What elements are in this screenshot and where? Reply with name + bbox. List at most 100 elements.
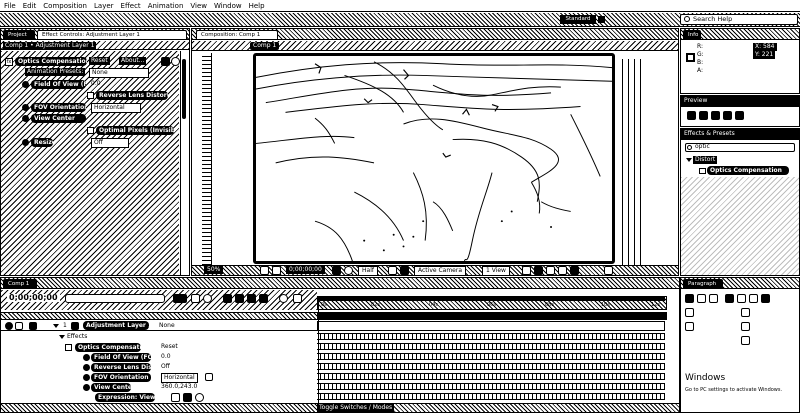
tl-reverse-lens-value[interactable]: Off: [161, 363, 170, 371]
workspace-dropdown-icon[interactable]: [598, 16, 605, 23]
expression-pickwhip-icon[interactable]: [195, 393, 204, 402]
tl-optics-reset[interactable]: Reset: [161, 343, 178, 351]
lock-icon[interactable]: [29, 322, 37, 330]
property-track[interactable]: [317, 363, 665, 370]
workspace-selector[interactable]: Standard: [560, 15, 596, 24]
next-frame-icon[interactable]: [723, 111, 732, 120]
menu-composition[interactable]: Composition: [43, 0, 87, 12]
checkbox-optimal-pixels[interactable]: [87, 127, 94, 134]
prop-fov-value[interactable]: 0.0: [91, 80, 101, 88]
animation-presets-dropdown[interactable]: None: [89, 68, 149, 78]
tl-fov-value[interactable]: 0.0: [161, 353, 171, 361]
effect-category[interactable]: Distort: [693, 156, 718, 164]
effects-presets-title[interactable]: Effects & Presets: [684, 130, 735, 138]
views-layout-dropdown[interactable]: 1 View: [482, 266, 510, 275]
align-right-icon[interactable]: [709, 294, 718, 303]
timecode-display[interactable]: 0;00;00;00: [286, 266, 325, 274]
grid-icon[interactable]: [260, 266, 269, 275]
menu-edit[interactable]: Edit: [23, 0, 37, 12]
disclosure-triangle-icon[interactable]: [686, 158, 692, 162]
align-left-icon[interactable]: [685, 294, 694, 303]
tab-comp1[interactable]: Comp 1: [3, 279, 37, 288]
graph-editor-icon[interactable]: [259, 294, 268, 303]
justify-all-icon[interactable]: [761, 294, 770, 303]
stopwatch-icon[interactable]: [83, 374, 90, 381]
menu-animation[interactable]: Animation: [148, 0, 184, 12]
dropdown-arrow-icon[interactable]: [205, 373, 213, 381]
effect-options-icon[interactable]: [171, 57, 180, 66]
tab-paragraph[interactable]: Paragraph: [683, 279, 723, 288]
reset-link[interactable]: Reset: [89, 57, 110, 65]
camera-icon[interactable]: [332, 266, 341, 275]
justify-center-icon[interactable]: [737, 294, 746, 303]
fx-icon[interactable]: [65, 344, 72, 351]
menu-help[interactable]: Help: [249, 0, 265, 12]
space-before-icon[interactable]: [741, 322, 750, 331]
stopwatch-icon[interactable]: [22, 81, 29, 88]
tl-view-center-value[interactable]: 360.0,243.0: [161, 383, 197, 391]
reset-exposure-icon[interactable]: [604, 266, 613, 275]
video-visibility-icon[interactable]: [5, 322, 13, 330]
property-track[interactable]: [317, 373, 665, 380]
menu-effect[interactable]: Effect: [121, 0, 141, 12]
play-icon[interactable]: [711, 111, 720, 120]
layer-name[interactable]: Adjustment Layer 1: [83, 321, 149, 330]
show-channel-icon[interactable]: [344, 266, 353, 275]
timeline-icon[interactable]: [546, 266, 555, 275]
property-track[interactable]: [317, 333, 665, 340]
prop-resize-dropdown[interactable]: Off: [91, 138, 129, 148]
stopwatch-icon[interactable]: [22, 139, 29, 146]
comp-sub-tab[interactable]: Comp 1: [250, 42, 280, 50]
stopwatch-icon[interactable]: [22, 104, 29, 111]
expression-enable-icon[interactable]: [171, 393, 180, 402]
toggle-switches-modes[interactable]: Toggle Switches / Modes: [317, 404, 395, 412]
justify-right-icon[interactable]: [749, 294, 758, 303]
effect-item-optics-compensation[interactable]: Optics Compensation: [707, 166, 789, 175]
auto-keyframe-icon[interactable]: [279, 294, 288, 303]
layer-parent[interactable]: None: [159, 322, 175, 330]
motion-blur-icon[interactable]: [235, 294, 244, 303]
view-dropdown[interactable]: Active Camera: [414, 266, 467, 275]
effect-name[interactable]: Optics Compensation: [15, 57, 87, 66]
layer-track-bar[interactable]: [317, 321, 665, 331]
tab-effect-controls[interactable]: Effect Controls: Adjustment Layer 1: [37, 30, 187, 39]
tab-project[interactable]: Project: [3, 30, 35, 39]
scrollbar-thumb[interactable]: [182, 59, 186, 119]
pixel-aspect-icon[interactable]: [522, 266, 531, 275]
tl-optics-compensation[interactable]: Optics Compensation: [75, 343, 141, 352]
mask-icon[interactable]: [272, 266, 281, 275]
property-track[interactable]: [317, 383, 665, 390]
space-after-icon[interactable]: [741, 336, 750, 345]
stopwatch-icon[interactable]: [83, 354, 90, 361]
menu-window[interactable]: Window: [214, 0, 242, 12]
chart-icon[interactable]: [293, 294, 302, 303]
property-track[interactable]: [317, 393, 665, 400]
tab-composition[interactable]: Composition: Comp 1: [196, 30, 278, 39]
composition-viewer[interactable]: [253, 53, 615, 264]
preview-title[interactable]: Preview: [684, 97, 707, 105]
draft-3d-icon[interactable]: [191, 294, 200, 303]
fx-toggle-icon[interactable]: fx: [5, 58, 13, 66]
expression-graph-icon[interactable]: [183, 393, 192, 402]
effects-group-disclosure-icon[interactable]: [59, 335, 65, 339]
tab-info[interactable]: Info: [683, 30, 701, 39]
solo-icon[interactable]: [15, 322, 23, 330]
timeline-search-field[interactable]: [65, 294, 165, 303]
frame-blending-icon[interactable]: [223, 294, 232, 303]
shy-layers-icon[interactable]: [203, 294, 212, 303]
comp-flowchart-icon[interactable]: [558, 266, 567, 275]
layer-disclosure-icon[interactable]: [53, 324, 59, 328]
align-center-icon[interactable]: [697, 294, 706, 303]
property-track[interactable]: [317, 343, 665, 350]
stopwatch-icon[interactable]: [83, 364, 90, 371]
about-link[interactable]: About...: [119, 57, 147, 65]
checkbox-reverse-lens[interactable]: [87, 92, 94, 99]
current-time-indicator[interactable]: [318, 296, 319, 412]
indent-left-icon[interactable]: [685, 308, 694, 317]
roi-icon[interactable]: [388, 266, 397, 275]
menu-layer[interactable]: Layer: [94, 0, 114, 12]
exposure-icon[interactable]: [570, 266, 579, 275]
fast-previews-icon[interactable]: [534, 266, 543, 275]
resolution-dropdown[interactable]: Half: [358, 266, 378, 275]
layer-label-color-icon[interactable]: [71, 322, 79, 330]
